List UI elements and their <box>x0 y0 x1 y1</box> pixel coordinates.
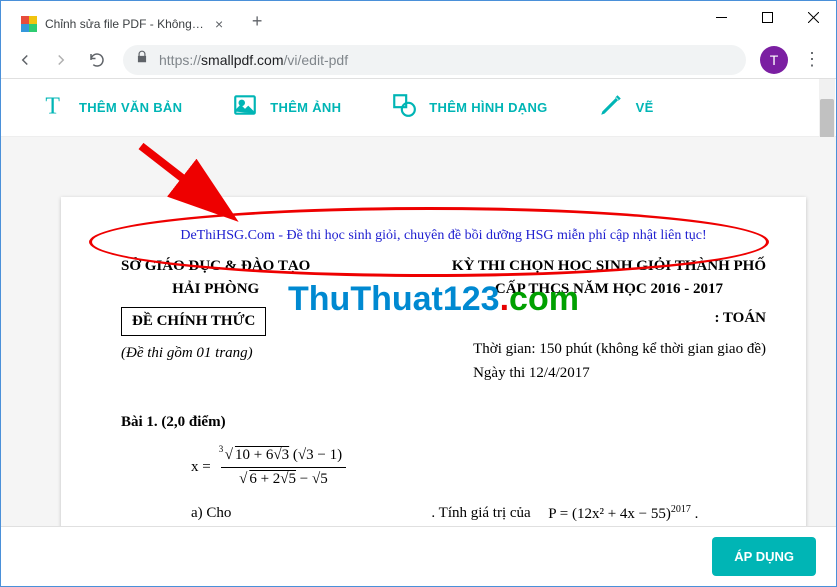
add-text-tool[interactable]: T THÊM VĂN BẢN <box>41 92 182 123</box>
apply-button[interactable]: ÁP DỤNG <box>712 537 816 576</box>
a-mid: . Tính giá trị của <box>431 502 530 525</box>
favicon-icon <box>21 16 37 32</box>
profile-avatar[interactable]: T <box>760 46 788 74</box>
address-bar-row: https://smallpdf.com/vi/edit-pdf T ⋮ <box>1 41 836 79</box>
pages-note: (Đề thi gồm 01 trang) <box>121 342 253 385</box>
minimize-button[interactable] <box>698 1 744 33</box>
lock-icon <box>135 50 149 69</box>
add-image-tool[interactable]: THÊM ẢNH <box>232 92 341 123</box>
forward-button[interactable] <box>45 44 77 76</box>
browser-tab[interactable]: Chỉnh sửa file PDF - Không ảnh h × <box>9 7 235 41</box>
bai-1-heading: Bài 1. (2,0 điểm) <box>121 411 766 434</box>
back-button[interactable] <box>9 44 41 76</box>
url-text: https://smallpdf.com/vi/edit-pdf <box>159 52 348 68</box>
subject: : TOÁN <box>714 307 766 330</box>
add-text-label: THÊM VĂN BẢN <box>79 100 182 115</box>
close-window-button[interactable] <box>790 1 836 33</box>
exam-date: Ngày thi 12/4/2017 <box>473 365 590 381</box>
doc-subrow: (Đề thi gồm 01 trang) Thời gian: 150 phú… <box>121 338 766 385</box>
svg-text:T: T <box>45 94 60 118</box>
pencil-icon <box>598 92 624 123</box>
pdf-page[interactable]: DeThiHSG.Com - Đề thi học sinh giỏi, chu… <box>61 197 806 526</box>
new-tab-button[interactable]: + <box>243 11 271 32</box>
draw-tool[interactable]: VẼ <box>598 92 654 123</box>
editor-toolbar: T THÊM VĂN BẢN THÊM ẢNH THÊM HÌNH DẠNG V… <box>1 79 836 137</box>
reload-button[interactable] <box>81 44 113 76</box>
window-controls <box>698 1 836 33</box>
draw-label: VẼ <box>636 100 654 115</box>
text-icon: T <box>41 92 67 123</box>
duration: Thời gian: 150 phút (không kể thời gian … <box>473 341 766 357</box>
a-label: a) Cho <box>191 502 231 525</box>
shape-icon <box>391 92 417 123</box>
image-icon <box>232 92 258 123</box>
official-box: ĐỀ CHÍNH THỨC <box>121 307 266 336</box>
browser-menu-button[interactable]: ⋮ <box>796 44 828 76</box>
document-viewport[interactable]: DeThiHSG.Com - Đề thi học sinh giỏi, chu… <box>1 137 836 526</box>
window-titlebar: Chỉnh sửa file PDF - Không ảnh h × + <box>1 1 836 41</box>
tab-title: Chỉnh sửa file PDF - Không ảnh h <box>45 17 205 31</box>
add-shape-tool[interactable]: THÊM HÌNH DẠNG <box>391 92 547 123</box>
add-image-label: THÊM ẢNH <box>270 100 341 115</box>
close-tab-icon[interactable]: × <box>215 16 223 32</box>
heading-left-2: HẢI PHÒNG <box>121 278 310 301</box>
heading-right-2: CẤP THCS NĂM HỌC 2016 - 2017 <box>452 278 766 301</box>
doc-top-link: DeThiHSG.Com - Đề thi học sinh giỏi, chu… <box>121 225 766 247</box>
url-scheme: https:// <box>159 52 201 68</box>
bottom-bar: ÁP DỤNG <box>1 526 836 586</box>
heading-left-1: SỞ GIÁO DỤC & ĐÀO TẠO <box>121 255 310 278</box>
url-host: smallpdf.com <box>201 52 283 68</box>
math-block: x = √10 + 6√3 (√3 − 1) √6 + 2√5 − √5 a) … <box>121 444 766 526</box>
maximize-button[interactable] <box>744 1 790 33</box>
add-shape-label: THÊM HÌNH DẠNG <box>429 100 547 115</box>
doc-row-official: ĐỀ CHÍNH THỨC : TOÁN <box>121 307 766 336</box>
doc-headings: SỞ GIÁO DỤC & ĐÀO TẠO HẢI PHÒNG KỲ THI C… <box>121 255 766 302</box>
heading-right-1: KỲ THI CHỌN HỌC SINH GIỎI THÀNH PHỐ <box>452 255 766 278</box>
url-path: /vi/edit-pdf <box>284 52 349 68</box>
address-bar[interactable]: https://smallpdf.com/vi/edit-pdf <box>123 45 746 75</box>
